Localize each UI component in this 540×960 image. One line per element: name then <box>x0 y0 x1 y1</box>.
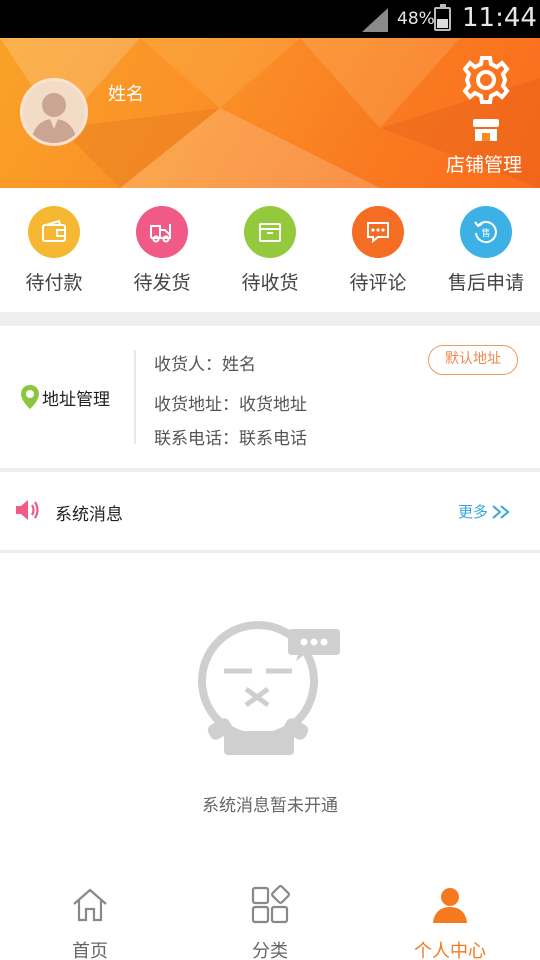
avatar[interactable] <box>20 78 88 146</box>
section-divider <box>0 312 540 326</box>
order-label: 待付款 <box>25 272 83 294</box>
address-manage[interactable]: 地址管理 <box>20 384 110 410</box>
profile-header: 姓名 店铺管理 <box>0 38 540 188</box>
order-pending-receipt[interactable]: 待收货 <box>216 206 324 295</box>
empty-message: 系统消息暂未开通 <box>202 796 338 816</box>
tab-home[interactable]: 首页 <box>0 885 180 960</box>
comment-icon <box>352 206 404 258</box>
clock: 11:44 <box>462 3 537 33</box>
person-icon <box>433 888 467 923</box>
settings-icon[interactable] <box>460 54 512 106</box>
battery-percent: 48% <box>397 9 435 29</box>
order-after-sale[interactable]: 售 售后申请 <box>432 206 540 295</box>
tab-profile[interactable]: 个人中心 <box>360 885 540 960</box>
empty-state: 系统消息暂未开通 <box>0 553 540 873</box>
system-message-title: 系统消息 <box>55 505 123 525</box>
username[interactable]: 姓名 <box>108 80 144 106</box>
shop-icon[interactable] <box>471 118 501 142</box>
double-chevron-right-icon <box>492 504 510 519</box>
order-pending-shipment[interactable]: 待发货 <box>108 206 216 295</box>
tab-label: 分类 <box>252 941 288 960</box>
status-bar: 48% 11:44 <box>0 0 540 38</box>
tab-category[interactable]: 分类 <box>180 885 360 960</box>
order-label: 待收货 <box>241 272 299 294</box>
home-icon <box>73 888 107 922</box>
address-section[interactable]: 地址管理 收货人：姓名 收货地址：收货地址 联系电话：联系电话 默认地址 <box>0 326 540 468</box>
receiver-address: 收货地址：收货地址 <box>154 395 307 415</box>
after-sale-icon: 售 <box>460 206 512 258</box>
order-pending-payment[interactable]: 待付款 <box>0 206 108 295</box>
order-label: 待发货 <box>133 272 191 294</box>
bottom-tab-bar: 首页 分类 个人中心 <box>0 873 540 960</box>
box-icon <box>244 206 296 258</box>
receiver-phone: 联系电话：联系电话 <box>154 429 307 449</box>
order-pending-review[interactable]: 待评论 <box>324 206 432 295</box>
more-label: 更多 <box>458 503 489 521</box>
battery-icon <box>434 4 451 31</box>
truck-icon <box>136 206 188 258</box>
tab-label: 个人中心 <box>414 941 486 960</box>
category-icon <box>251 885 290 924</box>
tab-label: 首页 <box>72 941 108 960</box>
order-label: 售后申请 <box>447 272 524 294</box>
empty-face-icon <box>198 621 340 755</box>
location-pin-icon <box>21 385 39 409</box>
signal-icon <box>362 8 388 32</box>
system-message-header: 系统消息 更多 <box>0 472 540 550</box>
wallet-icon <box>28 206 80 258</box>
divider <box>134 350 136 444</box>
speaker-icon <box>16 500 39 520</box>
order-status-row: 待付款 待发货 待收货 待评论 售 售后申请 <box>0 188 540 312</box>
svg-text:售: 售 <box>481 227 490 239</box>
default-address-badge[interactable]: 默认地址 <box>428 345 518 375</box>
receiver-name: 收货人：姓名 <box>154 355 256 375</box>
more-link[interactable]: 更多 <box>458 501 512 522</box>
address-manage-label: 地址管理 <box>42 389 110 410</box>
order-label: 待评论 <box>349 272 407 294</box>
shop-manage-label[interactable]: 店铺管理 <box>446 150 522 177</box>
